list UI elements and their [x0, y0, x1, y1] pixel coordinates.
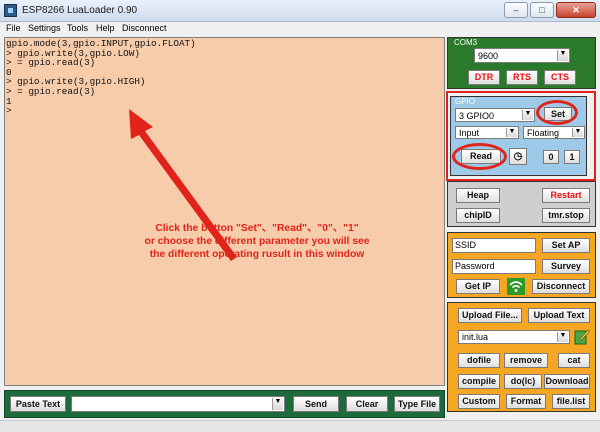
compile-button[interactable]: compile: [458, 374, 500, 389]
menu-settings[interactable]: Settings: [28, 23, 61, 33]
upload-file-button[interactable]: Upload File...: [458, 308, 522, 323]
get-ip-button[interactable]: Get IP: [456, 279, 500, 294]
wifi-panel: SSID Set AP Password Survey Get IP Disco…: [447, 232, 596, 298]
chevron-down-icon[interactable]: ▼: [557, 332, 568, 342]
annotation-line-1: Click the button "Set"、"Read"、"0"、"1": [155, 223, 359, 234]
files-panel: Upload File... Upload Text init.lua ▼ do…: [447, 302, 596, 412]
console-output[interactable]: gpio.mode(3,gpio.INPUT,gpio.FLOAT) > gpi…: [4, 37, 445, 386]
window-title: ESP8266 LuaLoader 0.90: [22, 5, 138, 16]
set-ap-button[interactable]: Set AP: [542, 238, 590, 253]
app-icon: [4, 4, 17, 17]
restart-button[interactable]: Restart: [542, 188, 590, 203]
baud-value: 9600: [478, 51, 499, 61]
misc-panel: Heap Restart chipID tmr.stop: [447, 181, 596, 227]
download-button[interactable]: Download: [544, 374, 590, 389]
paste-text-button[interactable]: Paste Text: [10, 396, 66, 412]
wifi-dot: [514, 289, 518, 292]
custom-button[interactable]: Custom: [458, 394, 500, 409]
cat-button[interactable]: cat: [558, 353, 590, 368]
menu-file[interactable]: File: [6, 23, 21, 33]
chipid-button[interactable]: chipID: [456, 208, 500, 223]
heap-button[interactable]: Heap: [456, 188, 500, 203]
edit-file-icon[interactable]: [574, 328, 590, 345]
send-button[interactable]: Send: [293, 396, 339, 412]
do-lc-button[interactable]: do(lc): [504, 374, 542, 389]
maximize-button[interactable]: □: [530, 2, 554, 18]
chevron-down-icon[interactable]: ▼: [272, 398, 283, 410]
baud-select[interactable]: 9600 ▼: [474, 48, 570, 63]
type-file-button[interactable]: Type File: [394, 396, 440, 412]
com-panel: COM3 9600 ▼ DTR RTS CTS: [447, 37, 596, 89]
file-select[interactable]: init.lua ▼: [458, 330, 570, 344]
bottom-toolbar: Paste Text ▼ Send Clear Type File: [4, 390, 445, 418]
send-text-combo[interactable]: ▼: [71, 396, 285, 412]
wifi-disconnect-button[interactable]: Disconnect: [532, 279, 590, 294]
ssid-input[interactable]: SSID: [452, 238, 536, 253]
clear-button[interactable]: Clear: [346, 396, 388, 412]
menu-help[interactable]: Help: [96, 23, 115, 33]
annotation-line-3: the different operating rusult in this w…: [149, 249, 365, 260]
chevron-down-icon[interactable]: ▼: [557, 50, 568, 61]
edit-file-icon-page: [574, 330, 587, 345]
annotation-arrow-icon: [129, 109, 237, 261]
read-highlight-oval: [452, 143, 507, 170]
menu-tools[interactable]: Tools: [67, 23, 88, 33]
tmr-stop-button[interactable]: tmr.stop: [542, 208, 590, 223]
title-bar: ESP8266 LuaLoader 0.90 – □ ✕: [0, 0, 600, 22]
annotation-line-2: or choose the different parameter you wi…: [144, 236, 370, 247]
com-label: COM3: [454, 38, 478, 47]
set-highlight-oval: [536, 100, 578, 125]
menu-bar: File Settings Tools Help Disconnect: [0, 22, 600, 36]
upload-text-button[interactable]: Upload Text: [528, 308, 590, 323]
rts-button[interactable]: RTS: [506, 70, 538, 85]
wifi-icon: [507, 278, 525, 295]
dtr-button[interactable]: DTR: [468, 70, 500, 85]
window-controls: – □ ✕: [502, 2, 596, 18]
file-list-button[interactable]: file.list: [552, 394, 590, 409]
password-input[interactable]: Password: [452, 259, 536, 274]
survey-button[interactable]: Survey: [542, 259, 590, 274]
dofile-button[interactable]: dofile: [458, 353, 500, 368]
minimize-button[interactable]: –: [504, 2, 528, 18]
format-button[interactable]: Format: [506, 394, 546, 409]
status-bar: [0, 420, 600, 432]
close-button[interactable]: ✕: [556, 2, 596, 18]
menu-disconnect[interactable]: Disconnect: [122, 23, 167, 33]
remove-button[interactable]: remove: [504, 353, 548, 368]
annotation-text: Click the button "Set"、"Read"、"0"、"1" or…: [97, 222, 417, 261]
cts-button[interactable]: CTS: [544, 70, 576, 85]
file-select-value: init.lua: [462, 332, 489, 342]
